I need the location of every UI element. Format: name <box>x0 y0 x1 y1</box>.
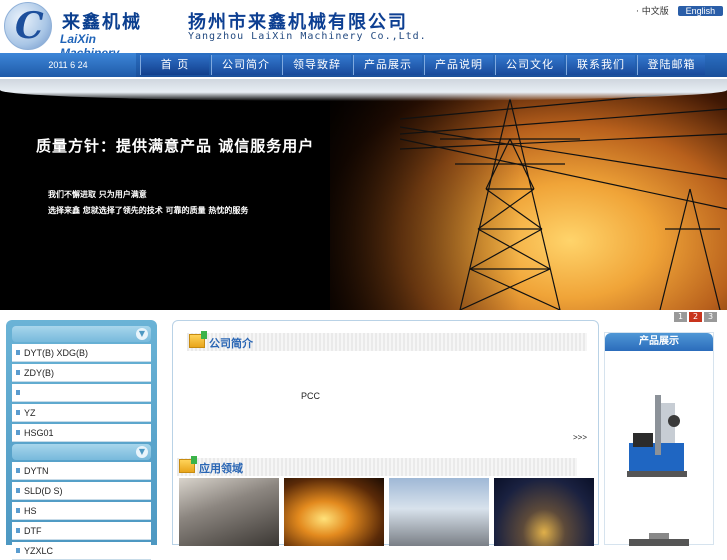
nav-company-intro[interactable]: 公司简介 <box>211 55 280 75</box>
applications-section-title: 应用领域 <box>177 456 577 476</box>
language-switch: · 中文版 English <box>636 4 724 17</box>
product-image-2[interactable] <box>619 531 699 546</box>
category-item[interactable]: DTF <box>12 522 151 540</box>
banner-pager: 123 <box>672 311 717 322</box>
product-image-gate-valve[interactable] <box>619 393 699 483</box>
category-item[interactable]: DYT(B) XDG(B) <box>12 344 151 362</box>
banner-subtitle-1: 我们不懈进取 只为用户满意 <box>48 190 147 199</box>
product-showcase-title: 产品展示 <box>605 333 713 351</box>
category-item[interactable]: YZ <box>12 404 151 422</box>
application-image-power-plant[interactable] <box>389 478 489 546</box>
category-group-header[interactable]: ▼ <box>12 444 151 460</box>
category-group-header[interactable]: ▼ <box>12 326 151 342</box>
about-section-title: 公司简介 <box>187 331 587 351</box>
chevron-down-icon: ▼ <box>136 446 148 458</box>
nav-culture[interactable]: 公司文化 <box>495 55 564 75</box>
hero-banner[interactable]: 质量方针：提供满意产品 诚信服务用户 我们不懈进取 只为用户满意 选择来鑫 您就… <box>0 79 727 310</box>
applications-title: 应用领域 <box>199 462 243 475</box>
product-category-sidebar: ▼ DYT(B) XDG(B) ZDY(B) YZ HSG01 ▼ DYTN S… <box>6 320 157 560</box>
category-item[interactable]: DYTN <box>12 462 151 480</box>
banner-headline: 质量方针：提供满意产品 诚信服务用户 <box>36 137 315 155</box>
current-date: 2011 6 24 <box>0 53 136 77</box>
banner-subtitle-2: 选择来鑫 您就选择了领先的技术 可靠的质量 热忱的服务 <box>48 206 249 215</box>
nav-leader-speech[interactable]: 领导致辞 <box>282 55 351 75</box>
chevron-down-icon: ▼ <box>136 328 148 340</box>
about-text: PCC <box>301 391 321 401</box>
folder-icon <box>179 456 197 473</box>
banner-top-curve <box>0 79 727 101</box>
category-item[interactable]: SLD(D S) <box>12 482 151 500</box>
nav-email-login[interactable]: 登陆邮箱 <box>637 55 705 75</box>
application-image-refinery[interactable] <box>494 478 594 546</box>
category-item[interactable]: ZDY(B) <box>12 364 151 382</box>
category-item[interactable]: HS <box>12 502 151 520</box>
power-tower-image <box>400 88 727 310</box>
main-nav: 2011 6 24 首 页 公司简介 领导致辞 产品展示 产品说明 公司文化 联… <box>0 53 727 77</box>
nav-product-info[interactable]: 产品说明 <box>424 55 493 75</box>
logo-chinese-name: 来鑫机械 <box>62 12 142 33</box>
lang-chinese-link[interactable]: · 中文版 <box>636 7 669 17</box>
application-image-factory[interactable] <box>179 478 279 546</box>
category-item[interactable]: HSG01 <box>12 424 151 442</box>
main-content: 公司简介 PCC >>> 应用领域 <box>172 320 599 546</box>
logo-emblem-icon: C <box>4 2 52 50</box>
nav-home[interactable]: 首 页 <box>140 55 209 75</box>
product-showcase: 产品展示 <box>604 332 714 546</box>
header: C 来鑫机械 LaiXin Machinery 扬州市来鑫机械有限公司 Yang… <box>0 0 727 60</box>
lang-english-link[interactable]: English <box>677 6 724 16</box>
category-item[interactable] <box>12 384 151 402</box>
logo[interactable]: C 来鑫机械 LaiXin Machinery <box>4 2 154 60</box>
banner-page-2[interactable]: 2 <box>689 312 702 322</box>
application-image-steel[interactable] <box>284 478 384 546</box>
about-title: 公司简介 <box>209 337 253 350</box>
company-name-english: Yangzhou LaiXin Machinery Co.,Ltd. <box>188 31 427 42</box>
banner-page-1[interactable]: 1 <box>674 312 687 322</box>
folder-icon <box>189 331 207 348</box>
more-link[interactable]: >>> <box>573 433 587 442</box>
nav-products[interactable]: 产品展示 <box>353 55 422 75</box>
nav-contact[interactable]: 联系我们 <box>566 55 635 75</box>
banner-page-3[interactable]: 3 <box>704 312 717 322</box>
